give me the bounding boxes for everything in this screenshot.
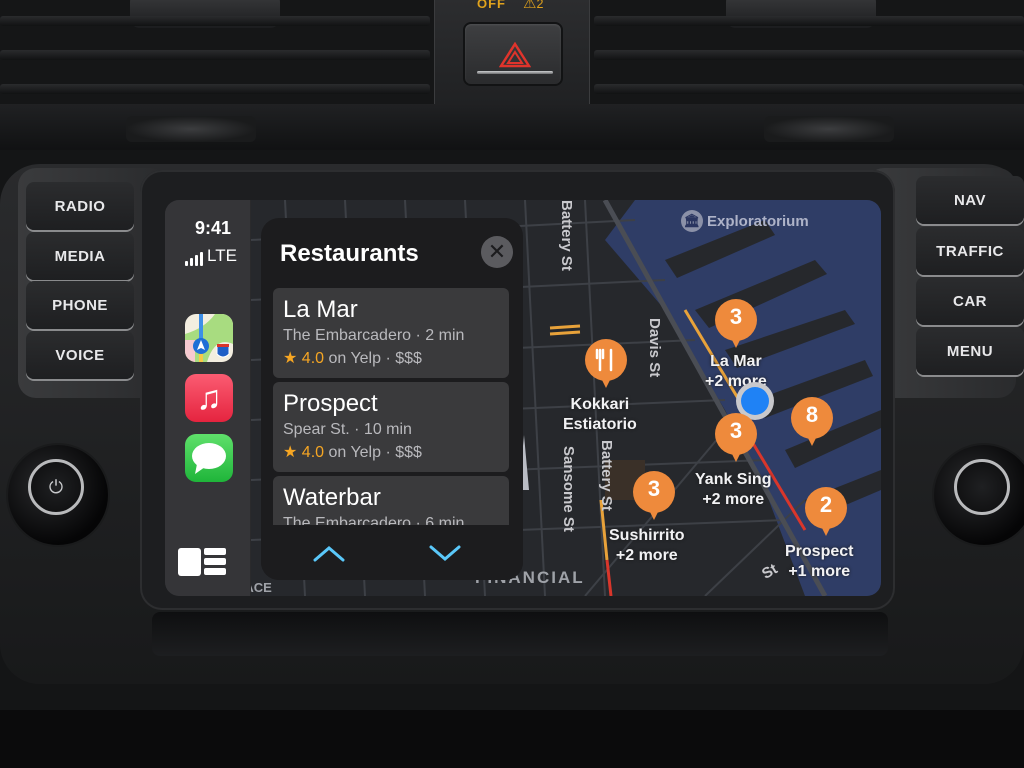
- close-button[interactable]: ✕: [481, 236, 513, 268]
- vent-slat: [0, 84, 430, 94]
- cluster-pin-sushirrito[interactable]: 3: [631, 470, 677, 522]
- cluster-pin-yank-sing[interactable]: 3: [713, 412, 759, 464]
- restaurant-location: The Embarcadero · 6 min: [283, 515, 465, 525]
- restaurant-pin-kokkari[interactable]: [583, 338, 629, 390]
- museum-icon: 🏛: [681, 210, 703, 232]
- tune-knob[interactable]: [934, 445, 1024, 545]
- vent-slat: [0, 16, 430, 26]
- restaurant-location: Spear St. · 10 min: [283, 421, 412, 438]
- close-icon: ✕: [487, 239, 507, 264]
- airbag-off-label: OFF: [477, 0, 506, 11]
- restaurant-card-la-mar[interactable]: La Mar The Embarcadero · 2 min ★ 4.0 on …: [273, 288, 509, 378]
- dashboard-button[interactable]: [178, 548, 228, 576]
- street-label: Battery St: [558, 200, 575, 271]
- menu-button[interactable]: MENU: [916, 327, 1024, 375]
- restaurant-location: The Embarcadero · 2 min: [283, 327, 465, 344]
- chevron-down-icon: [429, 545, 461, 561]
- vent-slat: [594, 50, 1024, 60]
- traffic-moderate: [549, 324, 581, 330]
- power-icon: ⏻: [48, 477, 64, 497]
- poi-label: Exploratorium: [707, 212, 809, 230]
- carplay-status-bar: 9:41 LTE ♫: [165, 200, 251, 596]
- restaurant-name: La Mar: [283, 296, 358, 323]
- messages-app-icon[interactable]: [185, 434, 233, 482]
- restaurants-panel: Restaurants ✕ La Mar The Embarcadero · 2…: [261, 218, 523, 580]
- restaurant-card-prospect[interactable]: Prospect Spear St. · 10 min ★ 4.0 on Yel…: [273, 382, 509, 472]
- clock: 9:41: [195, 218, 232, 238]
- street-label: Battery St: [598, 440, 615, 511]
- pin-label-prospect: Prospect +1 more: [785, 543, 854, 580]
- power-volume-knob[interactable]: ⏻: [8, 445, 108, 545]
- lower-trim-slot: [152, 612, 888, 656]
- cluster-pin-la-mar[interactable]: 3: [713, 298, 759, 350]
- poi-exploratorium[interactable]: 🏛 Exploratorium: [681, 210, 809, 232]
- list-scroll-controls: [261, 526, 523, 580]
- scroll-up-button[interactable]: [309, 538, 349, 568]
- pin-label-sushirrito: Sushirrito +2 more: [609, 527, 685, 564]
- network-type: LTE: [207, 246, 237, 265]
- radio-button[interactable]: RADIO: [26, 182, 134, 230]
- traffic-button[interactable]: TRAFFIC: [916, 227, 1024, 275]
- voice-button[interactable]: VOICE: [26, 331, 134, 379]
- pin-label-kokkari: Kokkari Estiatorio: [563, 396, 637, 433]
- chevron-up-icon: [313, 546, 345, 562]
- maps-icon: [185, 314, 233, 362]
- knob-ring: ⏻: [28, 459, 84, 515]
- panel-title: Restaurants: [280, 240, 419, 267]
- restaurant-rating: ★ 4.0 on Yelp · $$$: [283, 350, 422, 367]
- passenger-airbag-icon: ⚠2: [523, 0, 544, 12]
- cellular-status: LTE: [185, 246, 237, 266]
- music-note-icon: ♫: [196, 379, 222, 417]
- hazard-button[interactable]: [463, 22, 563, 86]
- carplay-screen: 🏛 Exploratorium Battery St Davis St Sans…: [165, 200, 881, 596]
- media-button[interactable]: MEDIA: [26, 232, 134, 280]
- street-label: Sansome St: [560, 446, 577, 532]
- speech-bubble-icon: [192, 443, 226, 474]
- restaurant-card-waterbar[interactable]: Waterbar The Embarcadero · 6 min ★ 4.0 o…: [273, 476, 509, 525]
- hazard-button-trim: [477, 71, 553, 74]
- vent-slat: [594, 84, 1024, 94]
- restaurant-rating: ★ 4.0 on Yelp · $$$: [283, 444, 422, 461]
- street-label: Davis St: [646, 318, 663, 378]
- cluster-pin-8[interactable]: 8: [789, 396, 835, 448]
- traffic-moderate: [549, 330, 581, 336]
- maps-app-icon[interactable]: [185, 314, 233, 362]
- scroll-down-button[interactable]: [425, 538, 465, 568]
- speaker-grille-left: [126, 116, 256, 142]
- hazard-triangle-icon: [499, 42, 531, 68]
- vent-slat: [0, 50, 430, 60]
- cluster-pin-prospect[interactable]: 2: [803, 486, 849, 538]
- pin-label-yank-sing: Yank Sing +2 more: [695, 471, 772, 508]
- star-icon: ★: [283, 444, 298, 461]
- hazard-panel: OFF ⚠2: [434, 0, 590, 104]
- phone-button[interactable]: PHONE: [26, 281, 134, 329]
- star-icon: ★: [283, 350, 298, 367]
- knob-ring: [954, 459, 1010, 515]
- dashboard-icon: [178, 548, 201, 576]
- music-app-icon[interactable]: ♫: [185, 374, 233, 422]
- signal-bars-icon: [185, 252, 203, 266]
- vent-slat: [594, 16, 1024, 26]
- restaurant-list[interactable]: La Mar The Embarcadero · 2 min ★ 4.0 on …: [273, 288, 509, 525]
- speaker-grille-right: [764, 116, 894, 142]
- restaurant-name: Waterbar: [283, 484, 381, 511]
- nav-button[interactable]: NAV: [916, 176, 1024, 224]
- restaurant-name: Prospect: [283, 390, 378, 417]
- car-button[interactable]: CAR: [916, 277, 1024, 325]
